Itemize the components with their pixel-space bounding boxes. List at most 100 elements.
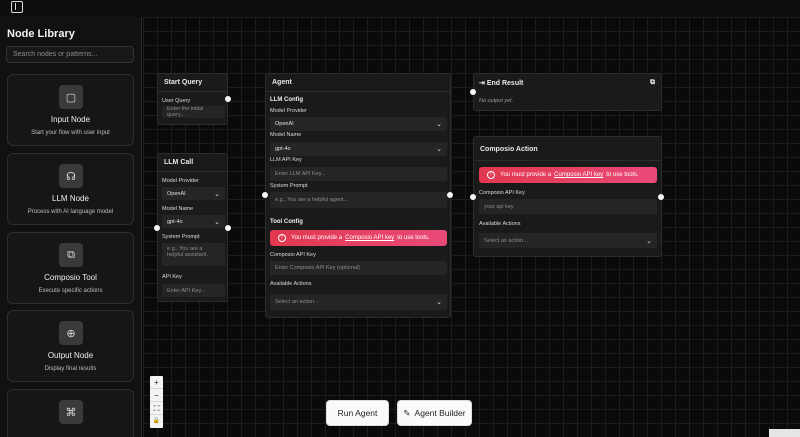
error-text-pre: You must provide a [291,235,343,241]
node-library-sidebar: Node Library Search nodes or patterns...… [0,17,142,437]
wand-icon: ✎ [403,407,411,418]
node-card-title: Composio Tool [44,273,97,282]
exit-icon: ⇥ [479,80,487,87]
chevron-down-icon: ⌄ [436,299,442,306]
field-label: System Prompt [270,183,308,189]
input-handle[interactable] [470,194,476,200]
tool-config-section: Tool Config [270,219,303,225]
top-bar [0,0,800,17]
error-text-post: to use tools. [397,235,430,241]
node-card-pattern[interactable]: ⌘ [7,389,134,437]
select-value: OpenAI [275,121,294,127]
field-label: Model Name [162,206,194,212]
node-card-title: Output Node [47,351,94,360]
node-card-desc: Process with AI language model [27,209,114,215]
user-query-input[interactable]: Enter the initial query... [162,106,225,118]
output-icon: ⊕ [59,321,83,345]
composio-api-key-input[interactable]: Enter Composio API Key (optional) [270,261,447,275]
agent-system-prompt-textarea[interactable]: e.g., You are a helpful agent... [270,192,447,208]
tool-icon: ⧉ [59,243,83,267]
composio-key-error: ! You must provide a Composio API key to… [270,230,447,246]
node-title: Composio Action [474,137,661,161]
field-label: Available Actions [270,281,312,287]
available-actions-select[interactable]: Select an action... ⌄ [270,294,447,310]
field-label: Model Provider [162,178,199,184]
agent-node[interactable]: Agent LLM Config Model Provider OpenAI ⌄ … [265,73,451,318]
canvas-controls: + − ⛶ 🔒 [150,376,163,428]
field-label: User Query [162,98,191,104]
error-text-pre: You must provide a [500,172,552,178]
node-card-desc: Start your flow with user input [31,130,110,136]
agent-builder-button[interactable]: ✎ Agent Builder [397,400,472,426]
output-handle[interactable] [447,192,453,198]
composio-actions-select[interactable]: Select an action... ⌄ [479,233,657,248]
chevron-down-icon: ⌄ [214,218,220,226]
sidebar-toggle-icon[interactable] [11,1,23,13]
input-handle[interactable] [470,89,476,95]
api-key-input[interactable]: Enter API Key... [162,284,225,297]
chevron-down-icon: ⌄ [436,121,442,128]
llm-config-section: LLM Config [270,97,303,103]
node-card-composio[interactable]: ⧉ Composio Tool Execute specific actions [7,232,134,304]
node-title: LLM Call [158,154,227,172]
field-label: Composio API Key [270,252,316,258]
select-value: OpenAI [167,190,186,197]
brain-icon: ☊ [59,164,83,188]
fit-view-icon[interactable]: ⛶ [150,402,163,415]
agent-builder-label: Agent Builder [414,408,466,418]
zoom-in-icon[interactable]: + [150,376,163,389]
node-card-desc: Execute specific actions [38,288,103,294]
node-card-input[interactable]: ▢ Input Node Start your flow with user i… [7,74,134,146]
node-card-output[interactable]: ⊕ Output Node Display final results [7,310,134,382]
composio-action-key-input[interactable]: your api key [479,199,657,214]
chevron-down-icon: ⌄ [214,190,220,198]
select-value: Select an action... [484,237,528,244]
output-handle[interactable] [225,96,231,102]
node-header: ⇥ End Result ⧉ [474,74,661,92]
minimap[interactable] [769,429,800,437]
chat-icon: ▢ [59,85,83,109]
field-label: Model Name [270,132,302,138]
chevron-down-icon: ⌄ [646,237,652,245]
node-title: Start Query [158,74,227,92]
field-label: Available Actions [479,221,521,227]
llm-call-node[interactable]: LLM Call Model Provider OpenAI ⌄ Model Na… [157,153,228,302]
node-title: Agent [266,74,450,92]
sidebar-title: Node Library [7,28,75,40]
flow-canvas[interactable] [143,17,800,437]
model-provider-select[interactable]: OpenAI ⌄ [162,187,225,200]
chevron-down-icon: ⌄ [436,146,442,153]
input-handle[interactable] [262,192,268,198]
lock-icon[interactable]: 🔒 [150,415,163,428]
select-value: gpt-4o [167,218,183,225]
composio-key-link[interactable]: Composio API key [554,172,603,178]
copy-icon[interactable]: ⧉ [650,79,655,87]
node-title: End Result [486,80,524,87]
field-label: LLM API Key [270,157,302,163]
node-card-desc: Display final results [44,366,97,372]
composio-key-link[interactable]: Composio API key [345,235,394,241]
system-prompt-textarea[interactable]: e.g., You are a helpful assistant. [162,243,225,266]
field-label: API Key [162,274,182,280]
agent-model-name-select[interactable]: gpt-4o ⌄ [270,142,447,156]
agent-model-provider-select[interactable]: OpenAI ⌄ [270,117,447,131]
search-input[interactable]: Search nodes or patterns... [6,46,134,63]
node-card-title: LLM Node [52,194,89,203]
select-value: Select an action... [275,299,319,305]
model-name-select[interactable]: gpt-4o ⌄ [162,215,225,228]
llm-api-key-input[interactable]: Enter LLM API Key... [270,167,447,181]
field-label: Model Provider [270,108,307,114]
zoom-out-icon[interactable]: − [150,389,163,402]
composio-key-error: ! You must provide a Composio API key to… [479,167,657,183]
run-agent-button[interactable]: Run Agent [326,400,389,426]
input-handle[interactable] [154,225,160,231]
start-query-node[interactable]: Start Query User Query Enter the initial… [157,73,228,125]
node-card-llm[interactable]: ☊ LLM Node Process with AI language mode… [7,153,134,225]
output-text: No output yet. [479,98,514,104]
composio-action-node[interactable]: Composio Action ! You must provide a Com… [473,136,662,257]
output-handle[interactable] [658,194,664,200]
node-card-title: Input Node [50,115,91,124]
field-label: System Prompt [162,234,200,240]
output-handle[interactable] [225,225,231,231]
end-result-node[interactable]: ⇥ End Result ⧉ No output yet. [473,73,662,111]
